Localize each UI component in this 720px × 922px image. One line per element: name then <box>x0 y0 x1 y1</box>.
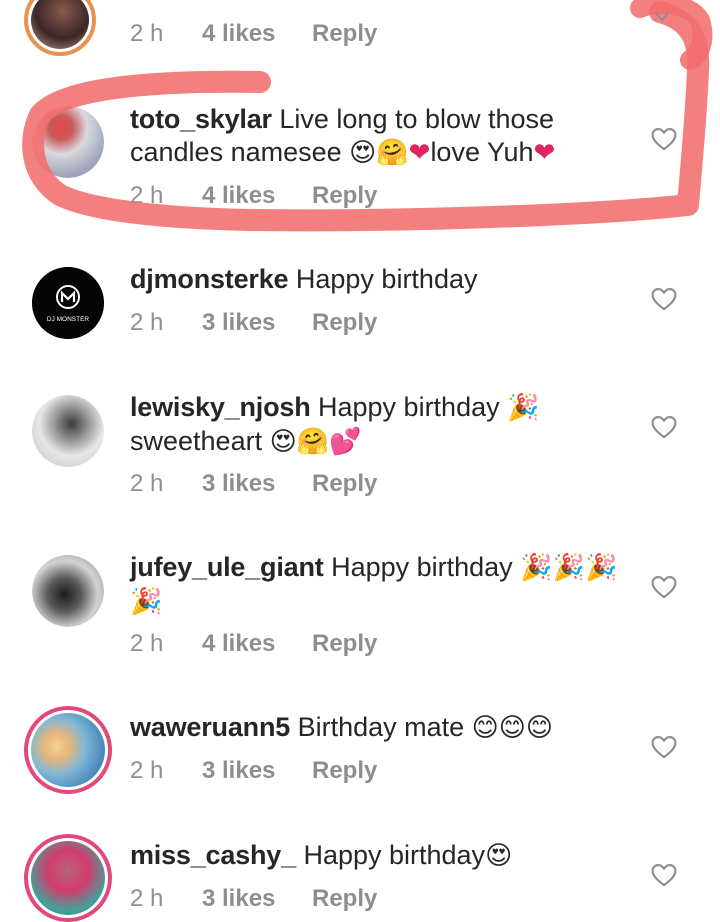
comment-time: 2 h <box>130 20 164 47</box>
comment-text: miss_cashy_ Happy birthday😍 <box>130 839 630 873</box>
comment-body: Happy birthday <box>331 552 513 582</box>
comment-username[interactable]: lewisky_njosh <box>130 392 311 422</box>
comment-meta: 2 h 3 likes Reply <box>130 757 377 785</box>
comment-username[interactable]: jufey_ule_giant <box>130 552 324 582</box>
reply-button[interactable]: Reply <box>312 20 377 48</box>
heart-icon[interactable] <box>651 287 677 311</box>
heart-eyes-emoji: 😍 <box>269 427 297 457</box>
comment-time: 2 h <box>130 630 164 657</box>
comment-body: Happy birthday <box>295 264 478 294</box>
reply-button[interactable]: Reply <box>312 757 377 785</box>
reply-button[interactable]: Reply <box>312 182 377 210</box>
heart-eyes-emoji: 😍 <box>485 841 513 871</box>
likes-count[interactable]: 3 likes <box>202 885 312 913</box>
comment-body: Happy birthday <box>303 840 486 870</box>
heart-eyes-emoji: 😍 <box>349 138 377 168</box>
avatar[interactable] <box>32 106 104 178</box>
party-popper-emoji: 🎉 <box>507 393 540 423</box>
party-popper-emoji: 🎉 <box>584 553 618 583</box>
comment-text: jufey_ule_giant Happy birthday 🎉🎉🎉 🎉 <box>130 551 630 619</box>
reply-button[interactable]: Reply <box>312 470 377 498</box>
likes-count[interactable]: 4 likes <box>202 182 312 210</box>
comment-body: sweetheart <box>130 426 263 456</box>
avatar[interactable] <box>24 0 96 56</box>
reply-button[interactable]: Reply <box>312 630 377 658</box>
avatar[interactable] <box>24 834 112 922</box>
comment-meta: 2 h 3 likes Reply <box>130 470 377 498</box>
comment-username[interactable]: miss_cashy_ <box>130 840 296 870</box>
avatar[interactable]: DJ MONSTER <box>32 267 104 339</box>
reply-button[interactable]: Reply <box>312 885 377 913</box>
two-hearts-emoji: 💕 <box>329 427 362 457</box>
chevron-down-icon <box>654 11 670 22</box>
comment-meta: 2 h 4 likes Reply <box>130 20 377 48</box>
comment-text: lewisky_njosh Happy birthday 🎉 sweethear… <box>130 391 630 459</box>
comment-text: toto_skylar Live long to blow those cand… <box>130 103 630 170</box>
comment-meta: 2 h 3 likes Reply <box>130 309 377 337</box>
comment-meta: 2 h 4 likes Reply <box>130 630 377 658</box>
avatar-logo-text: DJ MONSTER <box>47 316 90 323</box>
comment-body: Birthday mate <box>297 712 465 742</box>
blush-emoji: 😊 <box>498 713 526 743</box>
annotation-stroke <box>630 0 713 70</box>
party-popper-emoji: 🎉 <box>130 587 163 617</box>
likes-count[interactable]: 3 likes <box>202 470 312 498</box>
hug-emoji: 🤗 <box>296 427 330 457</box>
red-heart-emoji: ❤ <box>533 138 556 168</box>
comment-meta: 2 h 3 likes Reply <box>130 885 377 913</box>
comment-body: candles namesee <box>130 137 342 167</box>
comment-username[interactable]: waweruann5 <box>130 712 290 742</box>
comment-time: 2 h <box>130 470 164 497</box>
comment-time: 2 h <box>130 309 164 336</box>
likes-count[interactable]: 3 likes <box>202 309 312 337</box>
comment-time: 2 h <box>130 885 164 912</box>
party-popper-emoji: 🎉 <box>520 553 553 583</box>
comment-time: 2 h <box>130 182 164 209</box>
heart-icon[interactable] <box>651 575 677 599</box>
avatar[interactable] <box>32 555 104 627</box>
comment-text: djmonsterke Happy birthday <box>130 263 630 296</box>
avatar[interactable] <box>32 395 104 467</box>
comment-body: Happy birthday <box>318 392 500 422</box>
likes-count[interactable]: 3 likes <box>202 757 312 785</box>
avatar[interactable] <box>24 706 112 794</box>
hug-emoji: 🤗 <box>376 138 409 168</box>
likes-count[interactable]: 4 likes <box>202 630 312 658</box>
comment-text: waweruann5 Birthday mate 😊😊😊 <box>130 711 630 745</box>
blush-emoji: 😊 <box>471 713 499 743</box>
blush-emoji: 😊 <box>525 713 553 743</box>
red-heart-emoji: ❤ <box>408 138 431 168</box>
comment-time: 2 h <box>130 757 164 784</box>
heart-icon[interactable] <box>651 863 677 887</box>
likes-count[interactable]: 4 likes <box>202 20 312 48</box>
heart-icon[interactable] <box>651 735 677 759</box>
comment-body: Live long to blow those <box>279 104 555 134</box>
heart-icon[interactable] <box>651 127 677 151</box>
comment-username[interactable]: toto_skylar <box>130 104 272 134</box>
comment-meta: 2 h 4 likes Reply <box>130 182 377 210</box>
heart-icon[interactable] <box>651 415 677 439</box>
party-popper-emoji: 🎉 <box>552 553 585 583</box>
dj-monster-logo: DJ MONSTER <box>32 267 104 339</box>
reply-button[interactable]: Reply <box>312 309 377 337</box>
comment-username[interactable]: djmonsterke <box>130 264 289 294</box>
comment-body: love Yuh <box>430 137 534 167</box>
